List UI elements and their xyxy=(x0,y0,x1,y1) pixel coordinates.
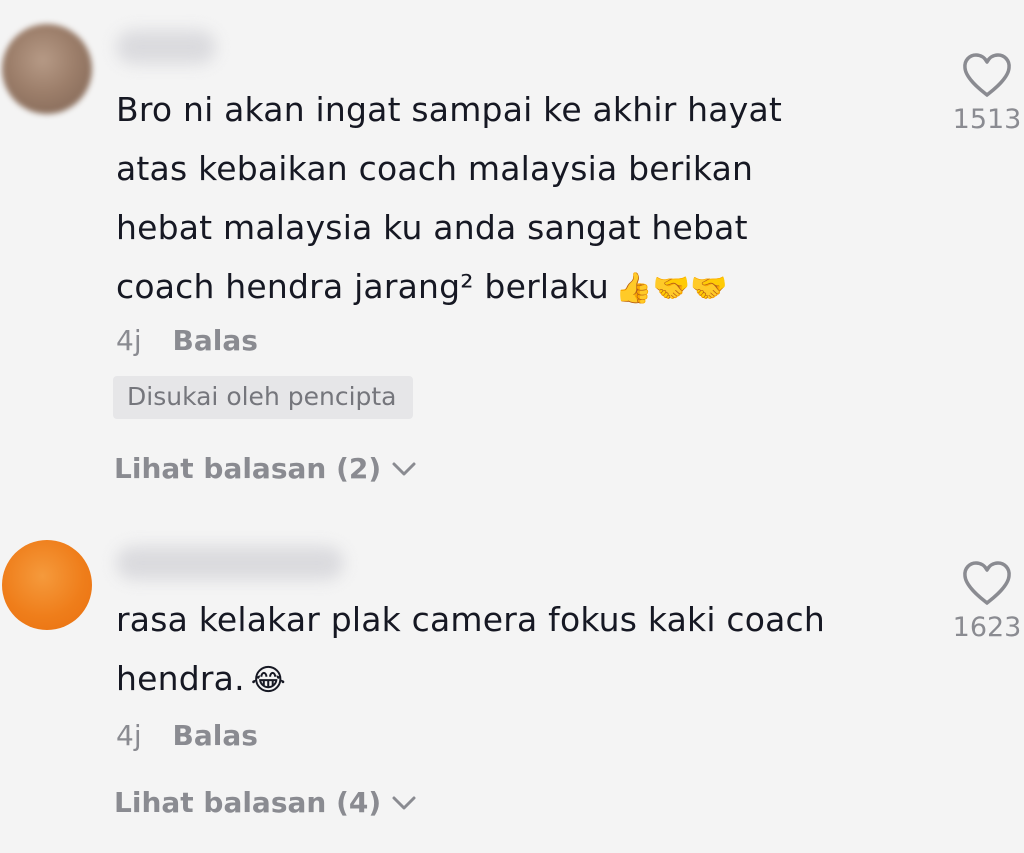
comment-meta: 4j Balas xyxy=(116,324,258,357)
chevron-down-icon xyxy=(392,462,416,475)
view-replies-label: Lihat balasan (4) xyxy=(114,786,382,819)
comment-text: Bro ni akan ingat sampai ke akhir hayat … xyxy=(116,80,856,318)
emoji: 😂 xyxy=(250,663,287,698)
reply-button[interactable]: Balas xyxy=(173,324,258,357)
reply-button[interactable]: Balas xyxy=(173,719,258,752)
view-replies-button[interactable]: Lihat balasan (2) xyxy=(114,452,417,485)
like-count: 1513 xyxy=(952,104,1022,135)
comment-meta: 4j Balas xyxy=(116,719,258,752)
heart-icon[interactable] xyxy=(961,52,1013,98)
like-count: 1623 xyxy=(952,612,1022,643)
view-replies-label: Lihat balasan (2) xyxy=(114,452,382,485)
liked-by-creator-badge: Disukai oleh pencipta xyxy=(113,376,413,419)
view-replies-button[interactable]: Lihat balasan (4) xyxy=(114,786,417,819)
avatar[interactable] xyxy=(2,540,92,630)
heart-icon[interactable] xyxy=(961,560,1013,606)
comment-item: Bro ni akan ingat sampai ke akhir hayat … xyxy=(0,0,1024,520)
chevron-down-icon xyxy=(392,796,416,809)
emoji: 👍🤝🤝 xyxy=(615,271,728,306)
comment-text: rasa kelakar plak camera fokus kaki coac… xyxy=(116,590,916,710)
username[interactable] xyxy=(116,30,216,64)
like-control: 1513 xyxy=(947,52,1024,135)
comment-item: rasa kelakar plak camera fokus kaki coac… xyxy=(0,520,1024,853)
timestamp: 4j xyxy=(116,719,142,752)
timestamp: 4j xyxy=(116,324,142,357)
avatar[interactable] xyxy=(2,24,92,114)
comment-body: rasa kelakar plak camera fokus kaki coac… xyxy=(116,600,836,698)
like-control: 1623 xyxy=(947,560,1024,643)
username[interactable] xyxy=(116,546,344,580)
